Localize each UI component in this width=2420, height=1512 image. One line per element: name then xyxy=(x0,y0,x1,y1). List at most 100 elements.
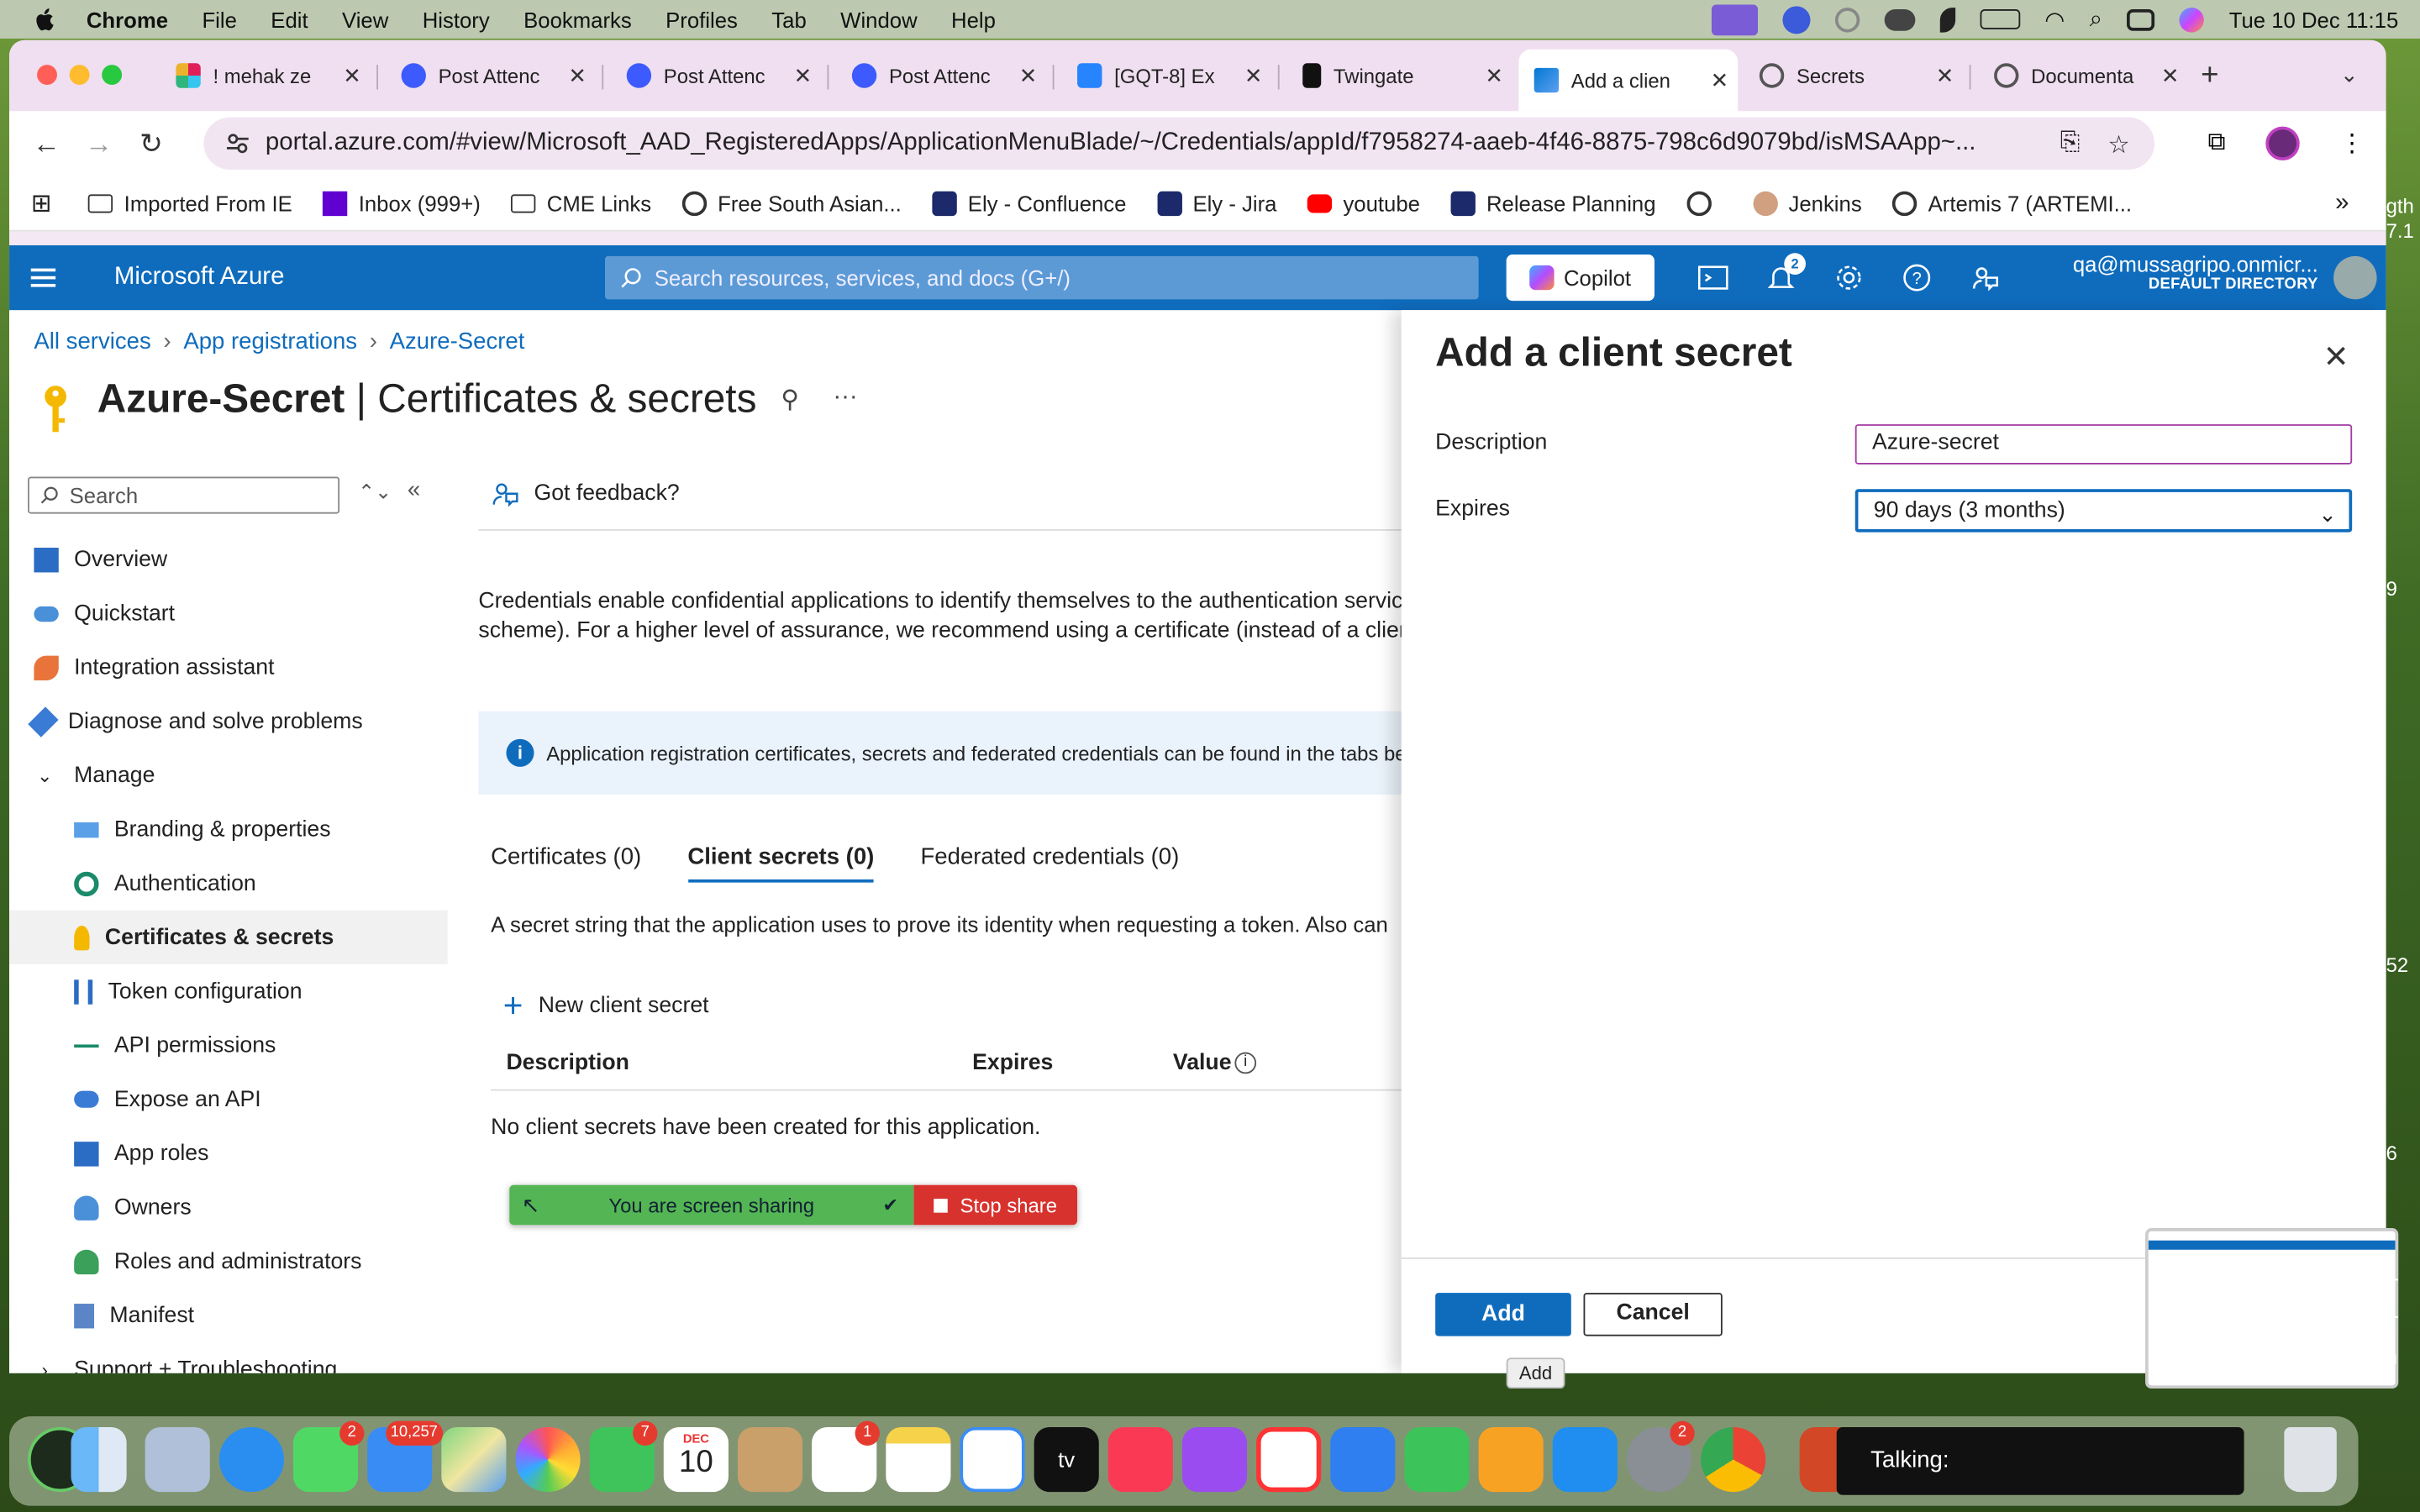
install-app-icon[interactable]: ⎘ xyxy=(2060,129,2081,160)
apps-grid-icon[interactable]: ⊞ xyxy=(31,187,52,218)
menu-item-expose-api[interactable]: Expose an API xyxy=(9,1073,448,1126)
dock-news-icon[interactable] xyxy=(1256,1426,1322,1493)
info-circle-icon[interactable]: i xyxy=(1234,1052,1257,1074)
close-window-button[interactable] xyxy=(37,65,57,86)
notifications-icon[interactable]: 2 xyxy=(1765,253,1806,293)
menu-item-manifest[interactable]: Manifest xyxy=(9,1289,448,1342)
zoom-status-icon[interactable] xyxy=(1781,5,1811,34)
menu-item-quickstart[interactable]: Quickstart xyxy=(9,586,448,640)
bookmark-imported-from-ie[interactable]: Imported From IE xyxy=(88,191,292,215)
battery-icon[interactable] xyxy=(1980,9,2020,29)
browser-tab-azure-active[interactable]: Add a clien ✕ xyxy=(1518,49,1739,112)
bookmark-youtube[interactable]: youtube xyxy=(1307,191,1420,215)
bookmark-cme-links[interactable]: CME Links xyxy=(511,191,651,215)
breadcrumb-all-services[interactable]: All services xyxy=(34,328,150,354)
bookmark-artemis[interactable]: Artemis 7 (ARTEMI... xyxy=(1892,190,2132,216)
siri-icon[interactable] xyxy=(2179,7,2205,32)
screen-sharing-indicator[interactable]: ↖ You are screen sharing ✔ xyxy=(509,1184,914,1226)
close-icon[interactable]: ✕ xyxy=(2323,338,2349,376)
breadcrumb-app-registrations[interactable]: App registrations xyxy=(183,328,357,354)
profile-avatar[interactable] xyxy=(2265,126,2300,161)
bookmark-ely-jira[interactable]: Ely - Jira xyxy=(1157,190,1276,216)
browser-tab-documentation[interactable]: Documenta ✕ xyxy=(1979,52,2189,98)
menu-tab[interactable]: Tab xyxy=(771,7,806,31)
menu-item-token-configuration[interactable]: Token configuration xyxy=(9,964,448,1018)
close-tab-icon[interactable]: ✕ xyxy=(1936,62,1954,88)
browser-tab-secrets[interactable]: Secrets ✕ xyxy=(1744,52,1964,98)
bookmark-jenkins[interactable]: Jenkins xyxy=(1753,190,1862,216)
azure-brand[interactable]: Microsoft Azure xyxy=(114,264,285,291)
control-center-icon[interactable] xyxy=(2127,8,2155,30)
chrome-menu-icon[interactable]: ⋮ xyxy=(2339,128,2364,159)
menu-help[interactable]: Help xyxy=(951,7,996,31)
browser-tab-zoom-2[interactable]: Post Attenc ✕ xyxy=(611,52,821,98)
forward-icon[interactable]: → xyxy=(83,128,114,159)
menu-item-certificates-secrets[interactable]: Certificates & secrets xyxy=(9,910,448,964)
dock-numbers-icon[interactable] xyxy=(1404,1426,1470,1493)
apple-icon[interactable] xyxy=(31,5,59,33)
bookmark-star-icon[interactable]: ☆ xyxy=(2107,129,2129,160)
browser-tab-twingate[interactable]: Twingate ✕ xyxy=(1287,52,1512,98)
dock-app-store-icon[interactable] xyxy=(1552,1426,1618,1493)
dock-safari-icon[interactable] xyxy=(218,1426,284,1493)
azure-search-input[interactable]: Search resources, services, and docs (G+… xyxy=(604,255,1479,300)
tab-federated-credentials[interactable]: Federated credentials (0) xyxy=(920,844,1179,883)
extensions-icon[interactable]: ⧉ xyxy=(2208,129,2226,157)
settings-gear-icon[interactable] xyxy=(1833,262,1865,293)
cloud-status-icon[interactable] xyxy=(1884,8,1915,30)
menu-profiles[interactable]: Profiles xyxy=(666,7,738,31)
menu-group-support[interactable]: › Support + Troubleshooting xyxy=(9,1342,448,1373)
dock-contacts-icon[interactable] xyxy=(737,1426,803,1493)
more-actions-icon[interactable]: ··· xyxy=(833,384,857,415)
screenshot-preview-thumbnail[interactable] xyxy=(2145,1228,2399,1389)
menu-group-manage[interactable]: ⌄ Manage xyxy=(9,748,448,802)
dock-trash-icon[interactable] xyxy=(2284,1426,2337,1493)
dock-keynote-icon[interactable] xyxy=(1330,1426,1396,1493)
close-tab-icon[interactable]: ✕ xyxy=(794,62,813,88)
dock-maps-icon[interactable] xyxy=(441,1426,507,1493)
tab-certificates[interactable]: Certificates (0) xyxy=(491,844,641,883)
help-icon[interactable]: ? xyxy=(1902,262,1933,293)
dock-chrome-icon[interactable] xyxy=(1701,1426,1766,1493)
bookmark-globe[interactable] xyxy=(1686,190,1722,216)
browser-tab-slack[interactable]: ! mehak ze ✕ xyxy=(160,52,371,98)
bookmark-ely-confluence[interactable]: Ely - Confluence xyxy=(932,190,1126,216)
menu-file[interactable]: File xyxy=(202,7,236,31)
dock-calendar-icon[interactable]: DEC 10 xyxy=(663,1426,729,1493)
menu-item-api-permissions[interactable]: API permissions xyxy=(9,1018,448,1072)
menu-item-app-roles[interactable]: App roles xyxy=(9,1126,448,1180)
browser-tab-zoom-1[interactable]: Post Attenc ✕ xyxy=(386,52,596,98)
close-tab-icon[interactable]: ✕ xyxy=(1244,62,1263,88)
copilot-button[interactable]: Copilot xyxy=(1506,255,1655,302)
wifi-icon[interactable]: ◠ xyxy=(2044,5,2065,33)
menu-history[interactable]: History xyxy=(423,7,490,31)
new-client-secret-button[interactable]: + New client secret xyxy=(503,986,709,1026)
pin-icon[interactable]: ⚲ xyxy=(781,384,799,415)
feedback-icon[interactable] xyxy=(1970,262,2001,293)
menu-edit[interactable]: Edit xyxy=(271,7,308,31)
spotlight-icon[interactable]: ⌕ xyxy=(2090,6,2102,32)
cloud-shell-icon[interactable] xyxy=(1697,262,1728,293)
menu-item-authentication[interactable]: Authentication xyxy=(9,856,448,910)
bookmark-release-planning[interactable]: Release Planning xyxy=(1450,190,1656,216)
menu-app-name[interactable]: Chrome xyxy=(87,7,168,31)
menubar-datetime[interactable]: Tue 10 Dec 11:15 xyxy=(2229,7,2399,31)
dock-pages-icon[interactable] xyxy=(1478,1426,1544,1493)
cancel-button[interactable]: Cancel xyxy=(1583,1293,1723,1336)
close-tab-icon[interactable]: ✕ xyxy=(343,62,361,88)
tab-search-chevron-icon[interactable]: ⌄ xyxy=(2340,61,2359,87)
description-field[interactable]: Azure-secret xyxy=(1854,424,2353,465)
expand-collapse-icon[interactable]: ⌃⌄ xyxy=(358,480,392,504)
close-tab-icon[interactable]: ✕ xyxy=(2161,62,2180,88)
dock-music-icon[interactable] xyxy=(1107,1426,1173,1493)
dock-tv-icon[interactable]: tv xyxy=(1034,1426,1099,1493)
dock-notes-icon[interactable] xyxy=(886,1426,951,1493)
close-tab-icon[interactable]: ✕ xyxy=(1711,67,1729,93)
reload-icon[interactable]: ↻ xyxy=(136,128,167,159)
dock-podcasts-icon[interactable] xyxy=(1181,1426,1248,1493)
menu-bookmarks[interactable]: Bookmarks xyxy=(523,7,632,31)
browser-tab-zoom-3[interactable]: Post Attenc ✕ xyxy=(837,52,1047,98)
dock-freeform-icon[interactable] xyxy=(960,1426,1025,1493)
menu-item-branding[interactable]: Branding & properties xyxy=(9,802,448,856)
expires-dropdown[interactable]: 90 days (3 months) ⌄ xyxy=(1854,489,2353,533)
